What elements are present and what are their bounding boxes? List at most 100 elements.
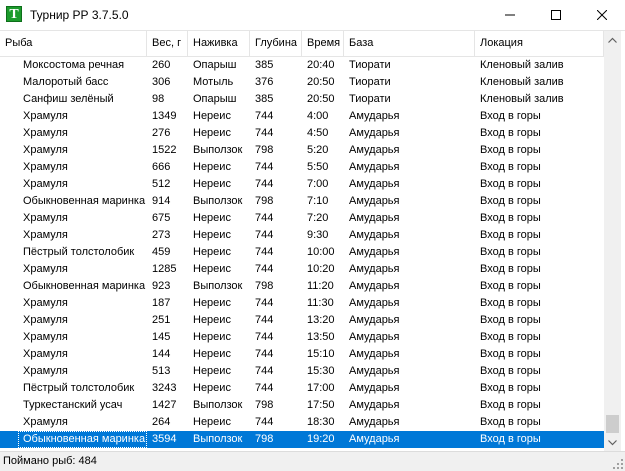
table-row[interactable]: Храмуля 675 Нереис 744 7:20 Амударья Вход в го… bbox=[0, 210, 604, 227]
column-header-time[interactable]: Время bbox=[302, 31, 344, 56]
cell-bait: Нереис bbox=[193, 161, 231, 173]
cell-base: Амударья bbox=[349, 280, 400, 292]
cell-fish: Храмуля bbox=[23, 297, 68, 309]
cell-location: Вход в горы bbox=[480, 263, 541, 275]
table-row[interactable]: Храмуля 251 Нереис 744 13:20 Амударья Вход в г… bbox=[0, 312, 604, 329]
table-row[interactable]: Обыкновенная маринка 923 Выползок 798 11:20 А… bbox=[0, 278, 604, 295]
app-icon: T bbox=[6, 6, 22, 22]
cell-time: 13:20 bbox=[307, 314, 335, 326]
close-button[interactable] bbox=[579, 0, 625, 30]
cell-time: 15:10 bbox=[307, 348, 335, 360]
cell-weight: 3594 bbox=[152, 433, 177, 445]
table-row[interactable]: Храмуля 513 Нереис 744 15:30 Амударья Вход в г… bbox=[0, 363, 604, 380]
cell-location: Вход в горы bbox=[480, 382, 541, 394]
cell-fish: Храмуля bbox=[23, 144, 68, 156]
table-row[interactable]: Храмуля 273 Нереис 744 9:30 Амударья Вход в го… bbox=[0, 227, 604, 244]
table-row[interactable]: Туркестанский усач 1427 Выползок 798 17:50 Ам… bbox=[0, 397, 604, 414]
table-row[interactable]: Обыкновенная маринка 914 Выползок 798 7:10 Ам… bbox=[0, 193, 604, 210]
cell-depth: 798 bbox=[255, 195, 274, 207]
column-header-weight[interactable]: Вес, г bbox=[147, 31, 188, 56]
cell-fish: Туркестанский усач bbox=[23, 399, 123, 411]
cell-weight: 675 bbox=[152, 212, 171, 224]
table-row[interactable]: Храмуля 276 Нереис 744 4:50 Амударья Вход в го… bbox=[0, 125, 604, 142]
resize-grip-icon[interactable] bbox=[612, 458, 624, 470]
cell-bait: Выползок bbox=[193, 399, 243, 411]
table-row[interactable]: Моксостома речная 260 Опарыш 385 20:40 Тиорат… bbox=[0, 57, 604, 74]
table-row[interactable]: Храмуля 264 Нереис 744 18:30 Амударья Вход в г… bbox=[0, 414, 604, 431]
maximize-button[interactable] bbox=[533, 0, 579, 30]
cell-bait: Нереис bbox=[193, 297, 231, 309]
cell-fish: Храмуля bbox=[23, 212, 68, 224]
catch-list[interactable]: Рыба Вес, г Наживка Глубина Время База Л… bbox=[0, 30, 625, 451]
cell-base: Амударья bbox=[349, 416, 400, 428]
cell-location: Кленовый залив bbox=[480, 93, 564, 105]
cell-location: Вход в горы bbox=[480, 348, 541, 360]
chevron-up-icon bbox=[608, 37, 617, 43]
table-row[interactable]: Малоротый басс 306 Мотыль 376 20:50 Тиорати Кл… bbox=[0, 74, 604, 91]
table-row[interactable]: Храмуля 512 Нереис 744 7:00 Амударья Вход в го… bbox=[0, 176, 604, 193]
table-row[interactable]: Храмуля 1349 Нереис 744 4:00 Амударья Вход в г… bbox=[0, 108, 604, 125]
table-row[interactable]: Храмуля 1522 Выползок 798 5:20 Амударья Вход в… bbox=[0, 142, 604, 159]
cell-time: 7:00 bbox=[307, 178, 329, 190]
table-row[interactable]: Санфиш зелёный 98 Опарыш 385 20:50 Тиорати Кле… bbox=[0, 91, 604, 108]
table-row[interactable]: Храмуля 666 Нереис 744 5:50 Амударья Вход в го… bbox=[0, 159, 604, 176]
cell-depth: 798 bbox=[255, 280, 274, 292]
vertical-scrollbar[interactable] bbox=[604, 31, 621, 451]
cell-bait: Нереис bbox=[193, 212, 231, 224]
cell-fish: Храмуля bbox=[23, 365, 68, 377]
cell-base: Тиорати bbox=[349, 59, 391, 71]
cell-depth: 744 bbox=[255, 110, 274, 122]
cell-weight: 666 bbox=[152, 161, 171, 173]
cell-fish: Обыкновенная маринка bbox=[23, 195, 146, 207]
cell-location: Вход в горы bbox=[480, 433, 541, 445]
table-row[interactable]: Пёстрый толстолобик 3243 Нереис 744 17:00 Аму… bbox=[0, 380, 604, 397]
table-row[interactable]: Храмуля 187 Нереис 744 11:30 Амударья Вход в г… bbox=[0, 295, 604, 312]
column-header-bait[interactable]: Наживка bbox=[188, 31, 250, 56]
cell-depth: 744 bbox=[255, 178, 274, 190]
cell-bait: Выползок bbox=[193, 144, 243, 156]
cell-weight: 145 bbox=[152, 331, 171, 343]
cell-weight: 1522 bbox=[152, 144, 177, 156]
cell-location: Вход в горы bbox=[480, 127, 541, 139]
column-header-base[interactable]: База bbox=[344, 31, 475, 56]
cell-weight: 914 bbox=[152, 195, 171, 207]
cell-weight: 512 bbox=[152, 178, 171, 190]
table-row[interactable]: Храмуля 144 Нереис 744 15:10 Амударья Вход в г… bbox=[0, 346, 604, 363]
cell-time: 17:00 bbox=[307, 382, 335, 394]
cell-weight: 459 bbox=[152, 246, 171, 258]
column-header-fish[interactable]: Рыба bbox=[0, 31, 147, 56]
cell-depth: 744 bbox=[255, 416, 274, 428]
table-row[interactable]: Пёстрый толстолобик 459 Нереис 744 10:00 Амуд… bbox=[0, 244, 604, 261]
cell-depth: 744 bbox=[255, 365, 274, 377]
cell-weight: 187 bbox=[152, 297, 171, 309]
cell-depth: 798 bbox=[255, 399, 274, 411]
table-row[interactable]: Храмуля 145 Нереис 744 13:50 Амударья Вход в г… bbox=[0, 329, 604, 346]
scroll-down-button[interactable] bbox=[604, 434, 621, 451]
cell-base: Амударья bbox=[349, 365, 400, 377]
table-row[interactable]: Обыкновенная маринка 3594 Выползок 798 19:20… bbox=[0, 431, 604, 448]
column-header-depth[interactable]: Глубина bbox=[250, 31, 302, 56]
cell-time: 17:50 bbox=[307, 399, 335, 411]
cell-base: Амударья bbox=[349, 161, 400, 173]
cell-bait: Нереис bbox=[193, 365, 231, 377]
column-header-location[interactable]: Локация bbox=[475, 31, 604, 56]
cell-bait: Выползок bbox=[193, 433, 243, 445]
cell-time: 5:50 bbox=[307, 161, 329, 173]
cell-location: Вход в горы bbox=[480, 365, 541, 377]
table-row[interactable]: Храмуля 1285 Нереис 744 10:20 Амударья Вход в … bbox=[0, 261, 604, 278]
cell-bait: Нереис bbox=[193, 127, 231, 139]
cell-weight: 1349 bbox=[152, 110, 177, 122]
cell-base: Амударья bbox=[349, 229, 400, 241]
cell-bait: Нереис bbox=[193, 178, 231, 190]
cell-depth: 798 bbox=[255, 144, 274, 156]
scroll-thumb[interactable] bbox=[606, 415, 619, 433]
scroll-up-button[interactable] bbox=[604, 31, 621, 48]
minimize-icon bbox=[505, 14, 515, 16]
cell-depth: 744 bbox=[255, 212, 274, 224]
close-icon bbox=[597, 10, 607, 20]
cell-base: Амударья bbox=[349, 348, 400, 360]
cell-base: Амударья bbox=[349, 178, 400, 190]
cell-location: Вход в горы bbox=[480, 314, 541, 326]
cell-fish: Храмуля bbox=[23, 161, 68, 173]
minimize-button[interactable] bbox=[487, 0, 533, 30]
